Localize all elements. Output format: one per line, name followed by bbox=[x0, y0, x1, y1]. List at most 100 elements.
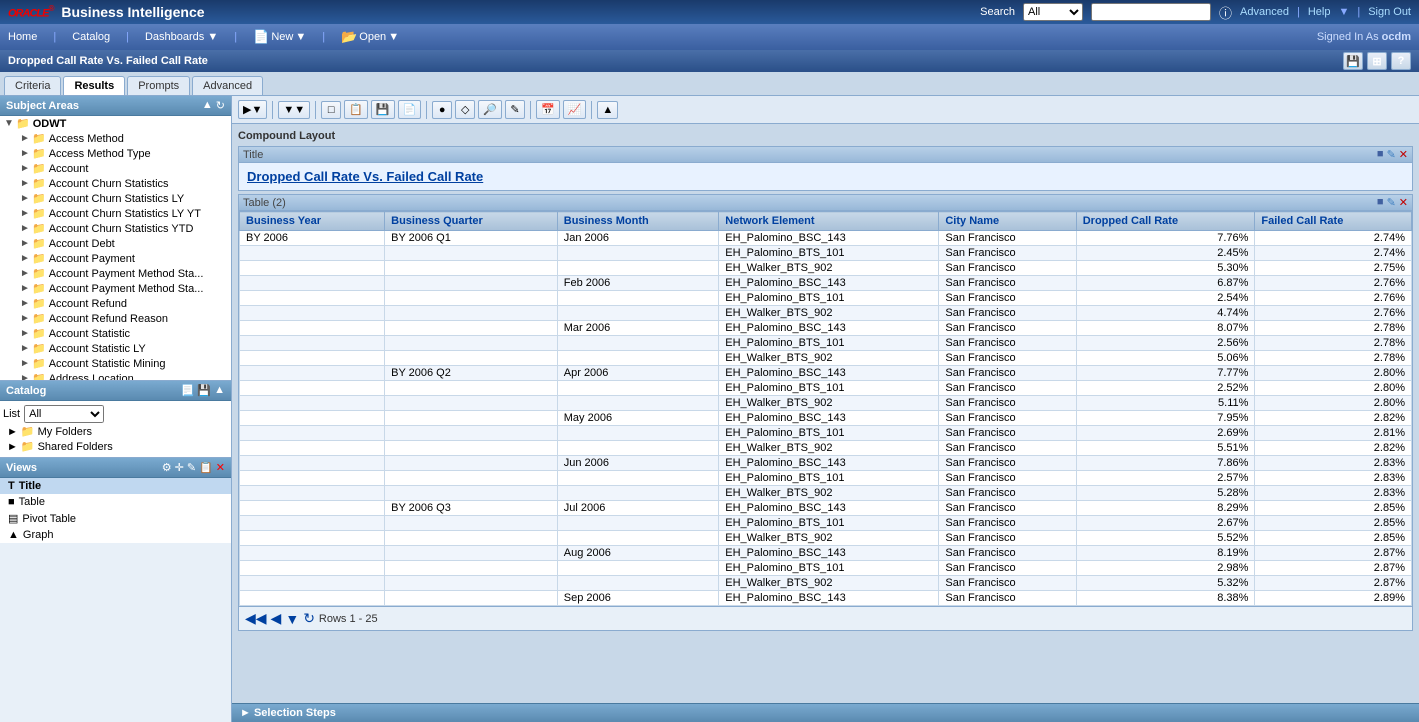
catalog-item-myfolders[interactable]: ► 📁 My Folders bbox=[3, 424, 228, 439]
table-cell[interactable]: Jul 2006 bbox=[557, 501, 719, 516]
nav-new[interactable]: 📄New ▼ bbox=[253, 29, 306, 45]
report-title[interactable]: Dropped Call Rate Vs. Failed Call Rate bbox=[239, 163, 1412, 190]
tree-item-account-payment-method-2[interactable]: ► 📁 Account Payment Method Sta... bbox=[0, 281, 231, 296]
signout-link[interactable]: Sign Out bbox=[1368, 6, 1411, 18]
views-icon-3[interactable]: ✎ bbox=[187, 461, 196, 474]
toolbar-btn-3[interactable]: □ bbox=[321, 101, 341, 119]
nav-open[interactable]: 📂Open ▼ bbox=[341, 29, 399, 45]
toolbar-btn-1[interactable]: ▶▼ bbox=[238, 100, 267, 119]
view-item-title[interactable]: T Title bbox=[0, 478, 231, 494]
expand-icon[interactable]: ► bbox=[20, 163, 32, 174]
toolbar-btn-5[interactable]: 💾 bbox=[371, 100, 395, 119]
expand-icon[interactable]: ► bbox=[20, 223, 32, 234]
table-cell[interactable]: BY 2006 Q3 bbox=[385, 501, 558, 516]
nav-home[interactable]: Home bbox=[8, 31, 37, 43]
col-header-failed-call-rate[interactable]: Failed Call Rate bbox=[1255, 212, 1412, 231]
col-header-business-month[interactable]: Business Month bbox=[557, 212, 719, 231]
toolbar-btn-7[interactable]: ● bbox=[432, 101, 452, 119]
tree-item-access-method[interactable]: ► 📁 Access Method bbox=[0, 131, 231, 146]
page-down-icon[interactable]: ▼ bbox=[285, 611, 299, 627]
title-section-close-icon[interactable]: ✕ bbox=[1399, 148, 1408, 161]
expand-icon[interactable]: ► bbox=[20, 283, 32, 294]
col-header-dropped-call-rate[interactable]: Dropped Call Rate bbox=[1076, 212, 1255, 231]
selection-steps[interactable]: ► Selection Steps bbox=[232, 703, 1419, 722]
table-section-close-icon[interactable]: ✕ bbox=[1399, 196, 1408, 209]
col-header-business-quarter[interactable]: Business Quarter bbox=[385, 212, 558, 231]
help-link[interactable]: Help bbox=[1308, 6, 1331, 18]
tree-item-account-churn-stats[interactable]: ► 📁 Account Churn Statistics bbox=[0, 176, 231, 191]
tree-item-account-churn-stats-ly[interactable]: ► 📁 Account Churn Statistics LY bbox=[0, 191, 231, 206]
toolbar-btn-12[interactable]: 📈 bbox=[563, 100, 587, 119]
title-section-edit-icon[interactable]: ✎ bbox=[1387, 148, 1396, 161]
title-section-save-icon[interactable]: ■ bbox=[1377, 148, 1384, 161]
catalog-icon-2[interactable]: 💾 bbox=[197, 384, 211, 397]
expand-icon[interactable]: ► bbox=[20, 148, 32, 159]
table-cell[interactable]: Mar 2006 bbox=[557, 321, 719, 336]
tree-item-account[interactable]: ► 📁 Account bbox=[0, 161, 231, 176]
table-section-save-icon[interactable]: ■ bbox=[1377, 196, 1384, 209]
catalog-list-select[interactable]: All bbox=[24, 405, 104, 423]
tree-root-odwt[interactable]: ▼ 📁 ODWT bbox=[0, 116, 231, 131]
views-icon-1[interactable]: ⚙ bbox=[162, 461, 172, 474]
search-scope-select[interactable]: All bbox=[1023, 3, 1083, 21]
expand-icon[interactable]: ► bbox=[20, 193, 32, 204]
view-item-pivot[interactable]: ▤ Pivot Table bbox=[0, 510, 231, 527]
table-cell[interactable]: BY 2006 Q1 bbox=[385, 231, 558, 246]
catalog-item-sharedfolders[interactable]: ► 📁 Shared Folders bbox=[3, 439, 228, 454]
table-cell[interactable]: Feb 2006 bbox=[557, 276, 719, 291]
expand-icon[interactable]: ► bbox=[20, 178, 32, 189]
table-section-edit-icon[interactable]: ✎ bbox=[1387, 196, 1396, 209]
search-input[interactable] bbox=[1091, 3, 1211, 21]
toolbar-btn-9[interactable]: 🔎 bbox=[478, 100, 502, 119]
toolbar-btn-8[interactable]: ◇ bbox=[455, 100, 475, 119]
tab-prompts[interactable]: Prompts bbox=[127, 76, 190, 95]
catalog-icon-3[interactable]: ▲ bbox=[214, 384, 225, 397]
page-refresh-icon[interactable]: ↻ bbox=[303, 610, 315, 627]
search-help-icon[interactable]: ⓘ bbox=[1219, 3, 1232, 22]
table-cell[interactable]: Jun 2006 bbox=[557, 456, 719, 471]
view-item-table[interactable]: ■ Table bbox=[0, 494, 231, 510]
page-prev-icon[interactable]: ◀ bbox=[271, 610, 282, 627]
expand-icon[interactable]: ► bbox=[20, 343, 32, 354]
tree-item-account-statistic-ly[interactable]: ► 📁 Account Statistic LY bbox=[0, 341, 231, 356]
toolbar-btn-6[interactable]: 📄 bbox=[398, 100, 422, 119]
page-first-icon[interactable]: ◀◀ bbox=[245, 610, 267, 627]
catalog-header[interactable]: Catalog 📃 💾 ▲ bbox=[0, 381, 231, 401]
expand-icon[interactable]: ► bbox=[7, 441, 18, 453]
expand-icon[interactable]: ► bbox=[20, 268, 32, 279]
expand-icon[interactable]: ► bbox=[20, 328, 32, 339]
nav-dashboards[interactable]: Dashboards ▼ bbox=[145, 31, 218, 43]
table-cell[interactable]: Aug 2006 bbox=[557, 546, 719, 561]
table-cell[interactable]: Apr 2006 bbox=[557, 366, 719, 381]
expand-icon[interactable]: ► bbox=[7, 426, 18, 438]
tab-criteria[interactable]: Criteria bbox=[4, 76, 61, 95]
expand-icon[interactable]: ► bbox=[20, 298, 32, 309]
tab-results[interactable]: Results bbox=[63, 76, 125, 95]
table-cell[interactable]: BY 2006 bbox=[240, 231, 385, 246]
expand-icon[interactable]: ► bbox=[20, 238, 32, 249]
expand-icon[interactable]: ► bbox=[20, 358, 32, 369]
col-header-network-element[interactable]: Network Element bbox=[719, 212, 939, 231]
tree-item-account-refund-reason[interactable]: ► 📁 Account Refund Reason bbox=[0, 311, 231, 326]
tree-item-account-statistic[interactable]: ► 📁 Account Statistic bbox=[0, 326, 231, 341]
table-cell[interactable]: Jan 2006 bbox=[557, 231, 719, 246]
advanced-link[interactable]: Advanced bbox=[1240, 6, 1289, 18]
save-icon[interactable]: 💾 bbox=[1343, 52, 1363, 70]
expand-icon[interactable]: ► bbox=[20, 208, 32, 219]
catalog-icon-1[interactable]: 📃 bbox=[181, 384, 195, 397]
tree-item-account-payment-method-1[interactable]: ► 📁 Account Payment Method Sta... bbox=[0, 266, 231, 281]
tree-item-account-churn-stats-ly-yt[interactable]: ► 📁 Account Churn Statistics LY YT bbox=[0, 206, 231, 221]
col-header-city-name[interactable]: City Name bbox=[939, 212, 1076, 231]
tree-item-account-churn-stats-ytd[interactable]: ► 📁 Account Churn Statistics YTD bbox=[0, 221, 231, 236]
toolbar-btn-10[interactable]: ✎ bbox=[505, 100, 525, 119]
toolbar-btn-11[interactable]: 📅 bbox=[536, 100, 560, 119]
expand-icon[interactable]: ► bbox=[20, 373, 32, 381]
toolbar-btn-13[interactable]: ▲ bbox=[597, 101, 618, 119]
question-icon[interactable]: ? bbox=[1391, 52, 1411, 70]
views-icon-2[interactable]: ✛ bbox=[175, 461, 184, 474]
toolbar-btn-4[interactable]: 📋 bbox=[344, 100, 368, 119]
tree-item-access-method-type[interactable]: ► 📁 Access Method Type bbox=[0, 146, 231, 161]
table-cell[interactable]: BY 2006 Q2 bbox=[385, 366, 558, 381]
expand-icon[interactable]: ► bbox=[20, 253, 32, 264]
views-icon-4[interactable]: 📋 bbox=[199, 461, 213, 474]
